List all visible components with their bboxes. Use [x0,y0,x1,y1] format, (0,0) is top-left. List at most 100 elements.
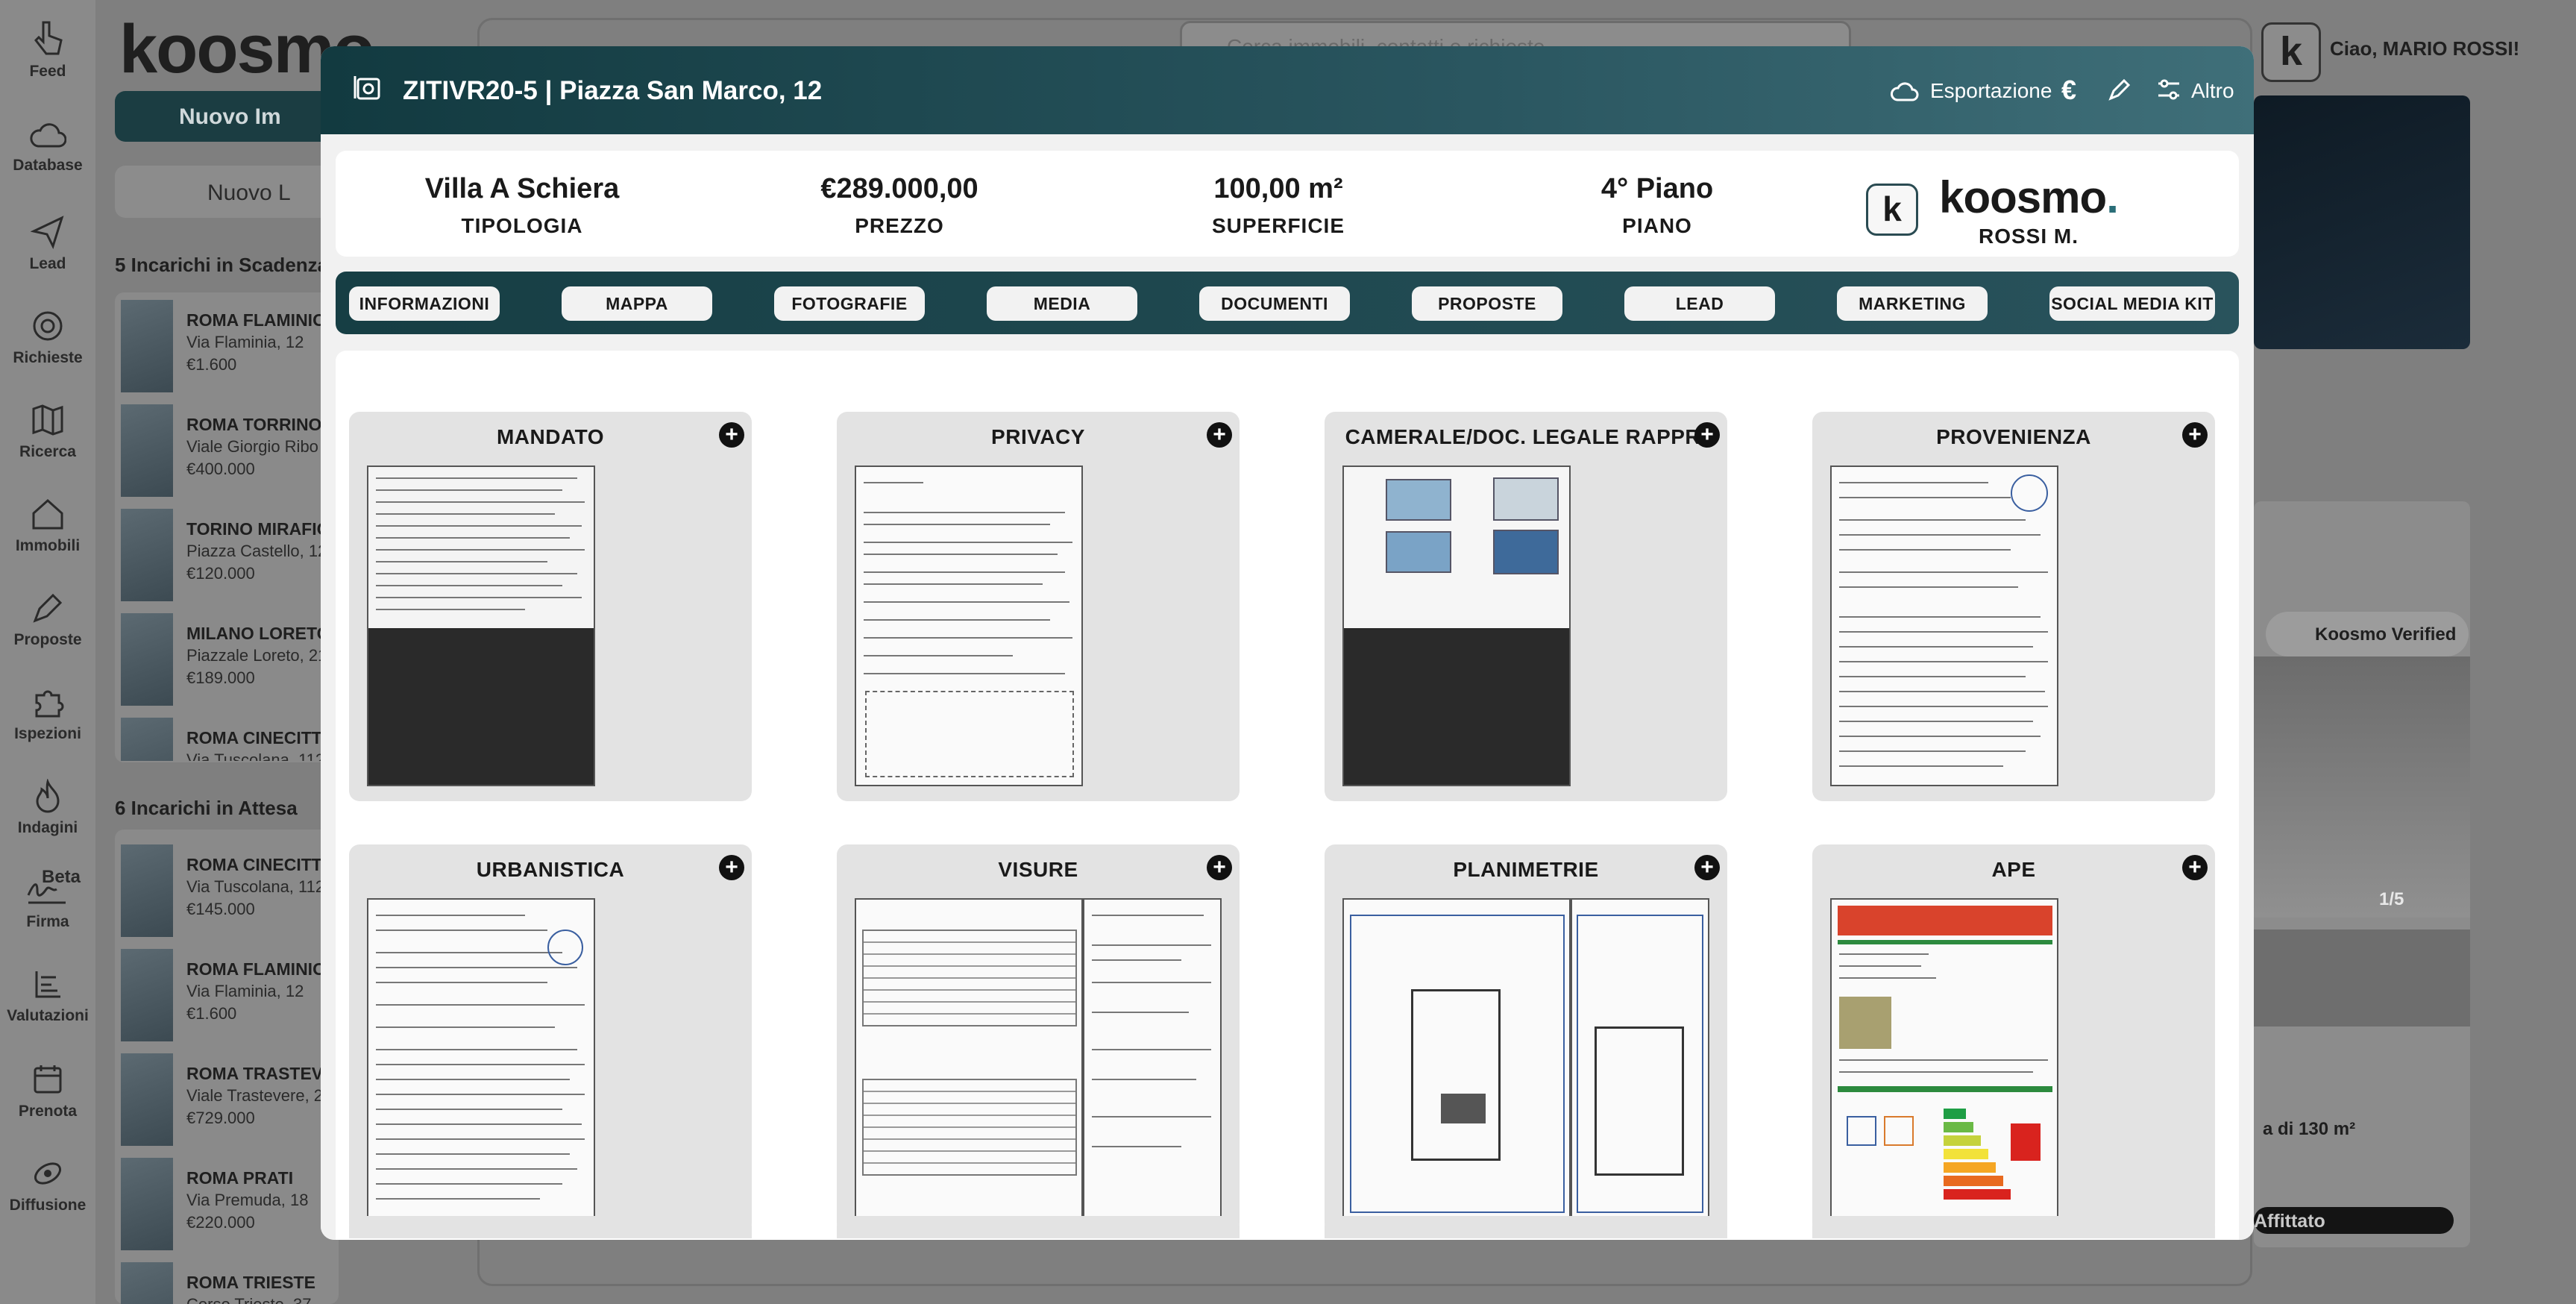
doc-card-mandato: MANDATO + [349,412,752,801]
sidebar-item-lead[interactable]: Lead [0,215,95,273]
sidebar-item-proposte[interactable]: Proposte [0,591,95,649]
energy-class-bar [1944,1122,1973,1132]
tab-informazioni[interactable]: INFORMAZIONI [349,286,500,321]
send-icon [31,216,64,249]
tab-fotografie[interactable]: FOTOGRAFIE [774,286,925,321]
sidebar-item-label: Ricerca [19,443,76,460]
stamp [2011,474,2048,512]
doc-card-title: CAMERALE/DOC. LEGALE RAPPR. [1345,425,1707,448]
cloud-export-icon[interactable] [1890,81,1920,103]
list-item[interactable]: ROMA FLAMINIO Via Flaminia, 12 €1.600 [121,300,340,392]
doc-card-ape: APE + [1812,844,2215,1234]
sidebar-item-prenota[interactable]: Prenota [0,1062,95,1120]
doc-card-stub [1325,1216,1727,1238]
sidebar-item-immobili[interactable]: Immobili [0,497,95,555]
modal-title: ZITIVR20-5 | Piazza San Marco, 12 [403,76,823,105]
list-item[interactable]: ROMA CINECITTÀ Via Tuscolana, 1123 [121,718,340,761]
sidebar-item-diffusione[interactable]: Diffusione [0,1156,95,1214]
house-icon [1884,1116,1914,1146]
house-icon [1847,1116,1876,1146]
hero-image [2254,95,2470,349]
new-property-button[interactable]: Nuovo Im [115,91,331,142]
list-item[interactable]: ROMA TRASTEVE Viale Trastevere, 2 €729.000 [121,1053,340,1146]
sidebar-item-label: Valutazioni [7,1007,89,1024]
id-card-image [1386,479,1451,521]
tab-media[interactable]: MEDIA [987,286,1137,321]
table-image [862,1079,1077,1176]
gallery-icon [354,76,380,100]
summary-tipologia: Villa A Schiera TIPOLOGIA [424,173,620,237]
list-item[interactable]: ROMA CINECITTÀ Via Tuscolana, 1123 €145.00… [121,844,340,937]
table-image [862,930,1077,1026]
edit-icon[interactable] [2106,76,2133,103]
more-button[interactable]: Altro [2191,79,2234,103]
list-item[interactable]: ROMA FLAMINIO Via Flaminia, 12 €1.600 [121,949,340,1041]
doc-card-title: APE [1991,858,2036,881]
energy-class-bar [1944,1149,1988,1159]
add-document-button[interactable]: + [719,422,744,448]
tab-mappa[interactable]: MAPPA [562,286,712,321]
sidebar-item-database[interactable]: Database [0,121,95,175]
property-summary: Villa A Schiera TIPOLOGIA €289.000,00 PREZ… [336,151,2239,257]
user-greeting[interactable]: Ciao, MARIO ROSSI! [2330,37,2519,60]
new-lead-button[interactable]: Nuovo L [115,166,331,218]
euro-icon[interactable]: € [2061,75,2076,106]
floor-plan-drawing [1595,1026,1684,1176]
document-page-content [368,467,594,628]
id-card-image [1386,531,1451,573]
pointer-hand-icon [34,21,63,55]
map-icon [32,404,63,436]
property-thumbnail [121,1053,173,1146]
doc-card-visure: VISURE + [837,844,1240,1234]
add-document-button[interactable]: + [719,855,744,880]
list-item[interactable]: ROMA TORRINO Viale Giorgio Ribo €400.000 [121,404,340,497]
add-document-button[interactable]: + [2182,855,2208,880]
tabs-bar: INFORMAZIONI MAPPA FOTOGRAFIE MEDIA DOCU… [336,272,2239,334]
property-modal: ZITIVR20-5 | Piazza San Marco, 12 Esport… [321,46,2254,1240]
list-item[interactable]: TORINO MIRAFIO Piazza Castello, 12 €120.00… [121,509,340,601]
sidebar-item-label: Database [13,157,83,174]
sidebar-item-ricerca[interactable]: Ricerca [0,403,95,461]
add-document-button[interactable]: + [2182,422,2208,448]
add-document-button[interactable]: + [1207,422,1232,448]
modal-header: ZITIVR20-5 | Piazza San Marco, 12 Esport… [321,46,2254,134]
photo-thumbnails[interactable] [2254,930,2470,1026]
add-document-button[interactable]: + [1207,855,1232,880]
flame-icon [36,779,60,813]
tab-marketing[interactable]: MARKETING [1837,286,1988,321]
add-document-button[interactable]: + [1694,422,1720,448]
property-size: a di 130 m² [2263,1119,2356,1139]
floor-plan-drawing [1411,989,1501,1161]
document-page [367,898,595,1219]
tab-lead[interactable]: LEAD [1624,286,1775,321]
sidebar-item-valutazioni[interactable]: Valutazioni [0,967,95,1025]
sidebar-item-richieste[interactable]: Richieste [0,309,95,367]
document-page [1830,466,2058,786]
doc-card-title: URBANISTICA [476,858,625,881]
agency-brand: koosmo. ROSSI M. [1939,172,2119,248]
sidebar-item-ispezioni[interactable]: Ispezioni [0,685,95,743]
sidebar-item-label: Lead [29,255,66,272]
tab-social-media-kit[interactable]: SOCIAL MEDIA KIT [2049,286,2215,321]
list-item[interactable]: MILANO LORETO Piazzale Loreto, 21 €189.000 [121,613,340,706]
property-thumbnail [121,1262,173,1304]
sidebar-item-feed[interactable]: Feed [0,19,95,81]
sidebar-item-indagini[interactable]: Indagini [0,779,95,837]
doc-card-provenienza: PROVENIENZA + [1812,412,2215,801]
doc-card-stub [1812,1216,2215,1238]
energy-class-bar [1944,1176,2003,1186]
list-item[interactable]: ROMA PRATI Via Premuda, 18 €220.000 [121,1158,340,1250]
sliders-icon[interactable] [2155,76,2182,103]
add-document-button[interactable]: + [1694,855,1720,880]
export-button[interactable]: Esportazione [1930,79,2052,103]
list-item[interactable]: ROMA TRIESTECorso Trieste, 37 [121,1262,340,1304]
property-thumbnail [121,844,173,937]
photo-counter: 1/5 [2379,889,2404,909]
document-page [1571,898,1709,1219]
status-badge: Affittato [2254,1207,2454,1234]
tab-documenti[interactable]: DOCUMENTI [1199,286,1350,321]
sidebar-item-label: Feed [29,63,66,80]
tab-proposte[interactable]: PROPOSTE [1412,286,1562,321]
avatar[interactable]: k [2261,22,2321,82]
documents-grid: MANDATO + PRIVACY + CAMERALE/DOC. LEGALE… [336,351,2239,1240]
